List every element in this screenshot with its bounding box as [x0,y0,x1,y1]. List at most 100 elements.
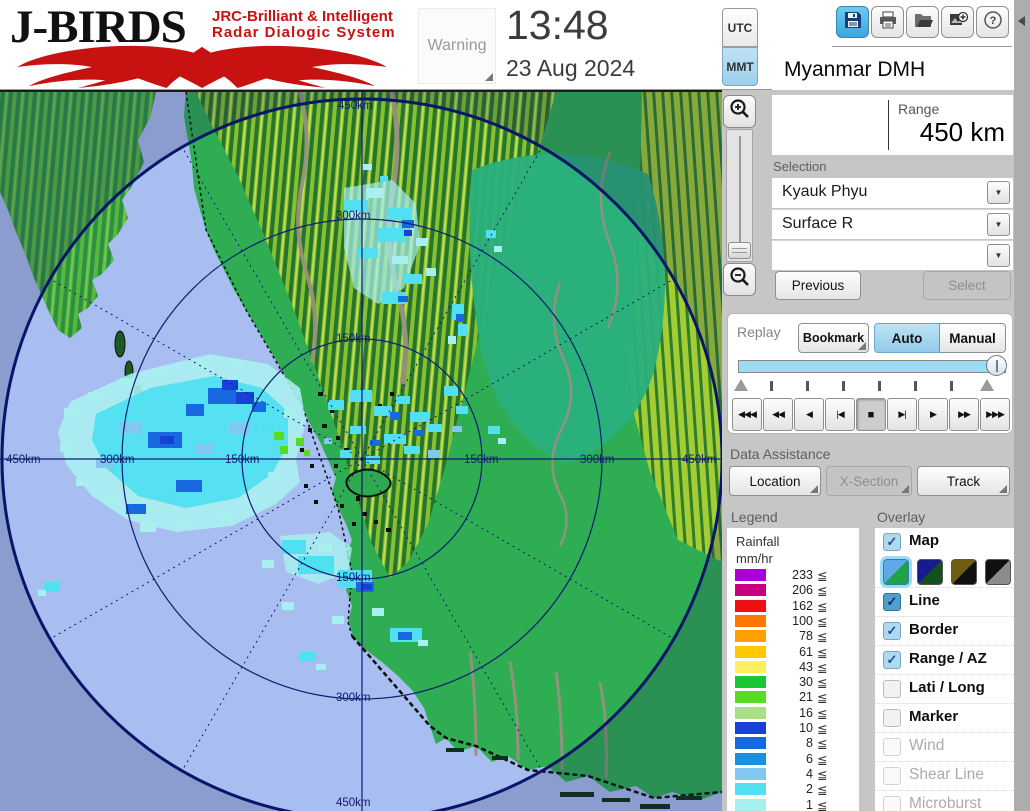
legend-lte-symbol: ≦ [817,706,828,721]
map-style-swatch[interactable] [951,559,977,585]
chevron-down-icon[interactable]: ▼ [987,181,1010,204]
overlay-item-label: Lati / Long [909,679,985,696]
help-icon: ? [982,9,1004,36]
save-icon [842,9,864,36]
slider-tick [770,381,773,391]
step-forward-button[interactable]: ▶| [887,398,917,431]
play-reverse-button[interactable]: ◀ [794,398,824,431]
checkbox[interactable]: ✓ [883,533,901,551]
select-button[interactable]: Select [923,271,1011,300]
checkbox[interactable]: ✓ [883,593,901,611]
radar-map[interactable]: 450km 300km 150km 150km 300km 450km 450km 300km… [0,90,722,811]
location-button[interactable]: Location [729,466,821,496]
zoom-slider-track[interactable] [726,129,753,262]
legend-color-swatch [735,752,766,765]
overlay-item-label: Microburst [909,795,982,811]
manual-button[interactable]: Manual [939,323,1006,353]
replay-slider-track[interactable] [738,360,1006,373]
legend-value: 4 [806,766,813,781]
open-folder-button[interactable] [906,6,939,38]
warning-button[interactable]: Warning [418,8,496,84]
checkbox [883,767,901,785]
help-button[interactable]: ? [976,6,1009,38]
checkbox[interactable]: ✓ [883,651,901,669]
overlay-row-line: ✓ Line [875,587,1014,616]
overlay-row-wind: Wind [875,732,1014,761]
overlay-item-label: Line [909,592,940,609]
mmt-button[interactable]: MMT [722,47,758,86]
legend-lte-symbol: ≦ [817,569,828,583]
play-button[interactable]: ▶ [918,398,948,431]
legend-lte-symbol: ≦ [817,767,828,782]
legend-row: 233 ≦ [727,568,859,583]
legend-lte-symbol: ≦ [817,584,828,599]
checkbox[interactable] [883,680,901,698]
legend-color-swatch [735,584,766,597]
legend-unit-line2: mm/hr [736,551,773,566]
jump-start-button[interactable]: ◀◀◀ [732,398,762,431]
product-select[interactable]: Surface R ▼ [772,209,1013,239]
legend-color-swatch [735,630,766,643]
selection-label: Selection [773,159,827,174]
replay-slider-thumb[interactable] [986,355,1007,376]
fast-rewind-button[interactable]: ◀◀ [763,398,793,431]
map-style-swatch[interactable] [917,559,943,585]
utc-button[interactable]: UTC [722,8,758,47]
legend-value: 78 [799,629,813,644]
track-button[interactable]: Track [917,466,1010,496]
map-style-swatch[interactable] [985,559,1011,585]
checkbox[interactable] [883,709,901,727]
range-value: 450 km [919,117,1005,147]
legend-row: 21 ≦ [727,690,859,705]
stop-button[interactable]: ■ [856,398,886,431]
slider-tick [806,381,809,391]
chevron-down-icon[interactable]: ▼ [987,244,1010,267]
legend-color-swatch [735,691,766,704]
zoom-out-button[interactable] [723,263,756,296]
add-image-icon [947,9,969,36]
legend-unit-line1: Rainfall [736,534,780,549]
legend-label: Legend [731,509,778,525]
x-section-label: X-Section [839,473,899,489]
site-select[interactable]: Kyauk Phyu ▼ [772,178,1013,208]
legend-row: 4 ≦ [727,766,859,782]
extra-select[interactable]: ▼ [772,240,1013,270]
overlay-item-label: Wind [909,737,945,754]
previous-button[interactable]: Previous [775,271,861,300]
legend-row: 43 ≦ [727,660,859,675]
ring-label: 450km [336,797,371,809]
add-image-button[interactable] [941,6,974,38]
bookmark-button[interactable]: Bookmark [798,323,869,353]
x-section-button[interactable]: X-Section [826,466,912,496]
range-label: Range [898,101,940,117]
checkbox[interactable]: ✓ [883,622,901,640]
overlay-rows: ✓ Map ✓ Line ✓ Border ✓ Range / AZ Lati / Long Ma… [875,528,1014,811]
print-icon [877,9,899,36]
print-button[interactable] [871,6,904,38]
auto-button[interactable]: Auto [874,323,940,353]
overlay-row-microburst: Microburst [875,790,1014,811]
map-style-swatch[interactable] [883,559,909,585]
checkbox [883,796,901,811]
logo-subtitle-line1: JRC-Brilliant & Intelligent [212,8,393,25]
ring-label: 300km [100,454,135,466]
legend-value: 162 [792,598,813,613]
legend-color-swatch [735,676,766,689]
panel-collapse-strip[interactable] [1014,0,1030,811]
zoom-slider-thumb[interactable] [728,242,751,259]
toolbar-separator [832,46,1012,47]
step-back-button[interactable]: |◀ [825,398,855,431]
zoom-out-icon [729,266,751,293]
chevron-down-icon[interactable]: ▼ [987,213,1010,236]
clock-time: 13:48 [506,2,609,48]
ring-label: 300km [336,692,371,704]
legend-row: 2 ≦ [727,782,859,797]
legend-lte-symbol: ≦ [817,798,828,811]
jump-end-button[interactable]: ▶▶▶ [980,398,1010,431]
ring-label: 150km [464,454,499,466]
zoom-in-button[interactable] [723,95,756,128]
legend-value: 8 [806,736,813,751]
save-button[interactable] [836,6,869,38]
fast-forward-button[interactable]: ▶▶ [949,398,979,431]
legend-lte-symbol: ≦ [817,645,828,660]
